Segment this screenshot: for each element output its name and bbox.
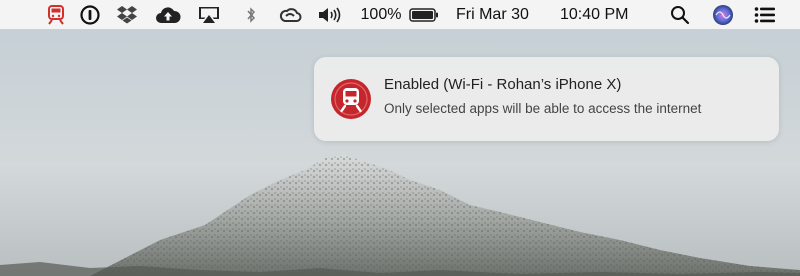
menubar-date[interactable]: Fri Mar 30: [456, 0, 542, 30]
notification-title: Enabled (Wi-Fi - Rohan’s iPhone X): [384, 76, 622, 93]
train-app-icon: [330, 78, 372, 120]
volume-icon[interactable]: [316, 0, 344, 30]
creative-cloud-icon[interactable]: [277, 0, 303, 30]
menu-bar: 100% Fri Mar 30 10:40 PM: [0, 0, 800, 30]
battery-icon[interactable]: [408, 0, 440, 30]
notification-body: Only selected apps will be able to acces…: [384, 101, 702, 116]
battery-percent[interactable]: 100%: [358, 0, 404, 30]
train-app-icon[interactable]: [44, 0, 68, 30]
onepassword-icon[interactable]: [78, 0, 102, 30]
bluetooth-icon[interactable]: [242, 0, 260, 30]
dropbox-icon[interactable]: [114, 0, 140, 30]
notification-banner[interactable]: Enabled (Wi-Fi - Rohan’s iPhone X) Only …: [314, 57, 779, 141]
airplay-icon[interactable]: [196, 0, 222, 30]
desktop: 100% Fri Mar 30 10:40 PM Enabled (Wi-Fi …: [0, 0, 800, 276]
siri-icon[interactable]: [710, 0, 736, 30]
notification-center-icon[interactable]: [752, 0, 778, 30]
menubar-clock[interactable]: 10:40 PM: [560, 0, 648, 30]
date-label: Fri Mar 30: [456, 6, 529, 23]
icloud-upload-icon[interactable]: [154, 0, 182, 30]
spotlight-search-icon[interactable]: [668, 0, 692, 30]
battery-percent-label: 100%: [360, 6, 402, 23]
time-label: 10:40 PM: [560, 6, 629, 23]
